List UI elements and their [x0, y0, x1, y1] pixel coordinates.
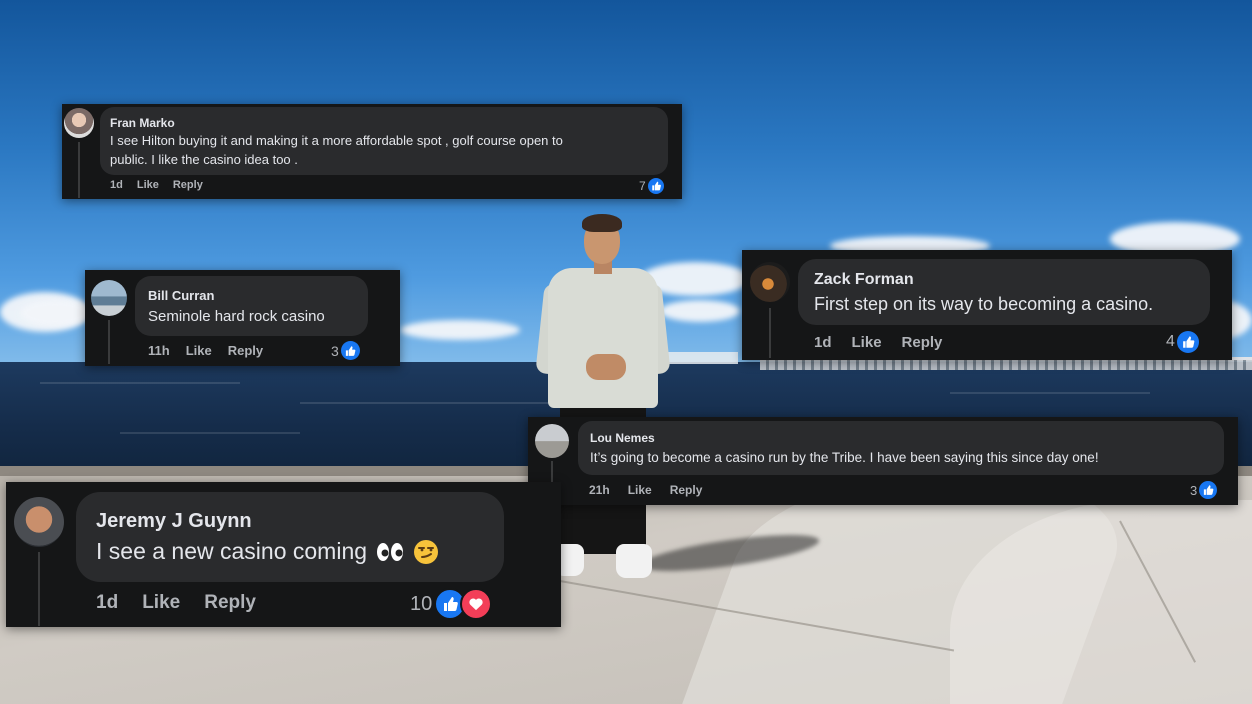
comment-actions: 1d Like Reply — [814, 334, 942, 351]
commenter-name[interactable]: Bill Curran — [148, 288, 214, 303]
cloud — [660, 300, 740, 322]
comment-text: First step on its way to becoming a casi… — [814, 294, 1154, 314]
reply-button[interactable]: Reply — [670, 483, 703, 497]
comment-time[interactable]: 1d — [110, 179, 123, 191]
commenter-name[interactable]: Jeremy J Guynn — [96, 510, 252, 533]
reaction-count: 7 — [639, 179, 646, 193]
comment-bubble: Zack Forman First step on its way to bec… — [798, 259, 1210, 325]
comment-actions: 21h Like Reply — [589, 483, 702, 497]
comment-actions: 11h Like Reply — [148, 343, 263, 358]
thumbs-up-icon — [647, 178, 664, 194]
avatar[interactable] — [91, 280, 127, 316]
comment-text: It’s going to become a casino run by the… — [590, 450, 1099, 465]
comment-card-fran: Fran Marko I see Hilton buying it and ma… — [62, 104, 682, 199]
comment-card-lou: Lou Nemes It’s going to become a casino … — [528, 417, 1238, 505]
comment-text-row: I see a new casino coming — [96, 538, 439, 565]
comment-time[interactable]: 21h — [589, 483, 610, 497]
reaction-count: 4 — [1166, 333, 1175, 350]
reply-button[interactable]: Reply — [228, 343, 263, 358]
smirk-emoji — [413, 539, 439, 565]
comment-bubble: Fran Marko I see Hilton buying it and ma… — [100, 107, 668, 175]
cloud — [400, 320, 520, 340]
heart-icon — [460, 588, 493, 620]
comment-bubble: Jeremy J Guynn I see a new casino coming — [76, 492, 504, 582]
distant-buildings — [668, 352, 738, 364]
reaction-summary[interactable]: 7 — [639, 178, 664, 194]
thumbs-up-icon — [1199, 481, 1218, 499]
avatar[interactable] — [535, 424, 569, 458]
thread-line — [78, 142, 80, 198]
bridge — [760, 360, 1252, 370]
reaction-summary[interactable]: 10 — [410, 588, 493, 620]
thumbs-up-icon — [1176, 331, 1199, 353]
avatar[interactable] — [64, 108, 94, 138]
comment-time[interactable]: 11h — [148, 343, 170, 358]
reaction-summary[interactable]: 3 — [1190, 481, 1218, 499]
like-button[interactable]: Like — [628, 483, 652, 497]
reaction-count: 10 — [410, 592, 433, 615]
eyes-emoji — [375, 541, 405, 563]
like-button[interactable]: Like — [137, 179, 159, 191]
comment-bubble: Bill Curran Seminole hard rock casino — [135, 276, 368, 336]
comment-text: Seminole hard rock casino — [148, 308, 325, 325]
comment-time[interactable]: 1d — [814, 334, 832, 351]
avatar[interactable] — [14, 497, 64, 547]
comment-actions: 1d Like Reply — [110, 179, 203, 191]
cloud — [20, 300, 90, 326]
reaction-summary[interactable]: 4 — [1166, 331, 1199, 353]
comment-text: public. I like the casino idea too . — [110, 152, 298, 167]
thread-line — [108, 320, 110, 364]
reply-button[interactable]: Reply — [902, 334, 943, 351]
reply-button[interactable]: Reply — [173, 179, 203, 191]
comment-card-zack: Zack Forman First step on its way to bec… — [742, 250, 1232, 360]
comment-bubble: Lou Nemes It’s going to become a casino … — [578, 421, 1224, 475]
comment-text: I see Hilton buying it and making it a m… — [110, 133, 563, 148]
reaction-count: 3 — [1190, 482, 1198, 498]
comment-card-jeremy: Jeremy J Guynn I see a new casino coming… — [6, 482, 561, 627]
avatar[interactable] — [750, 262, 790, 302]
like-button[interactable]: Like — [852, 334, 882, 351]
thumbs-up-icon — [340, 341, 360, 360]
commenter-name[interactable]: Zack Forman — [814, 271, 914, 289]
comment-actions: 1d Like Reply — [96, 592, 256, 614]
reply-button[interactable]: Reply — [204, 592, 256, 614]
thread-line — [769, 308, 771, 358]
commenter-name[interactable]: Fran Marko — [110, 116, 175, 130]
thread-line — [38, 552, 40, 626]
comment-time[interactable]: 1d — [96, 592, 118, 614]
like-button[interactable]: Like — [186, 343, 212, 358]
like-button[interactable]: Like — [142, 592, 180, 614]
reaction-count: 3 — [331, 342, 339, 359]
comment-text: I see a new casino coming — [96, 538, 368, 564]
reaction-summary[interactable]: 3 — [331, 341, 360, 360]
comment-card-bill: Bill Curran Seminole hard rock casino 11… — [85, 270, 400, 366]
commenter-name[interactable]: Lou Nemes — [590, 431, 655, 445]
